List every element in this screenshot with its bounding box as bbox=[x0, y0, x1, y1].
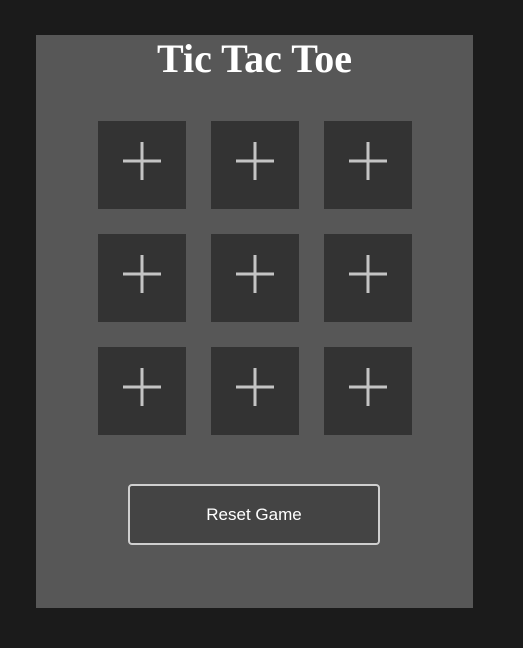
reset-game-button[interactable]: Reset Game bbox=[128, 484, 380, 545]
board-cell[interactable] bbox=[211, 121, 299, 209]
board-cell[interactable] bbox=[324, 234, 412, 322]
plus-icon bbox=[123, 255, 161, 293]
plus-icon bbox=[349, 368, 387, 406]
game-panel: Tic Tac Toe Reset Game bbox=[36, 35, 473, 608]
plus-icon bbox=[236, 142, 274, 180]
plus-icon bbox=[236, 255, 274, 293]
page-title: Tic Tac Toe bbox=[157, 36, 352, 81]
board-cell[interactable] bbox=[324, 347, 412, 435]
plus-icon bbox=[349, 142, 387, 180]
board-cell[interactable] bbox=[98, 347, 186, 435]
board-cell[interactable] bbox=[98, 121, 186, 209]
plus-icon bbox=[349, 255, 387, 293]
game-board bbox=[98, 121, 412, 435]
plus-icon bbox=[123, 368, 161, 406]
plus-icon bbox=[123, 142, 161, 180]
board-cell[interactable] bbox=[98, 234, 186, 322]
board-cell[interactable] bbox=[211, 347, 299, 435]
board-cell[interactable] bbox=[324, 121, 412, 209]
board-cell[interactable] bbox=[211, 234, 299, 322]
plus-icon bbox=[236, 368, 274, 406]
